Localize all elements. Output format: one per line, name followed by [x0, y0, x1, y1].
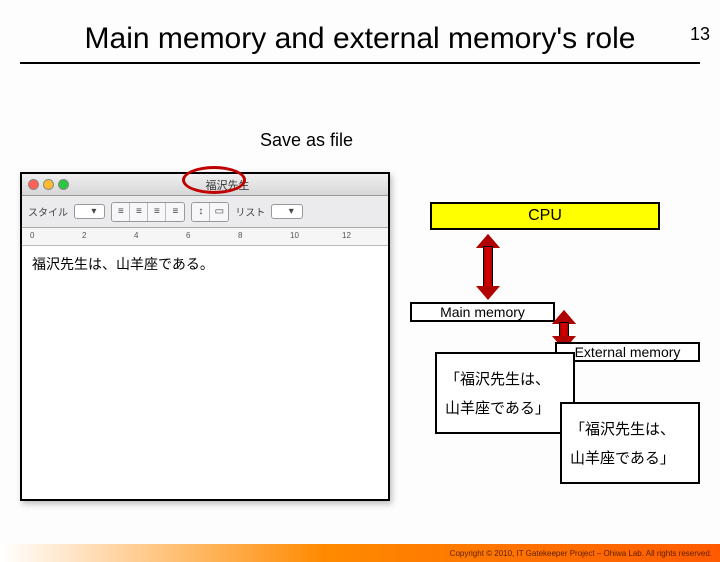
footer-bar: Copyright © 2010, IT Gatekeeper Project … — [0, 544, 720, 562]
ruler-tick: 10 — [290, 231, 299, 240]
editor-body-text: 福沢先生は、山羊座である。 — [22, 246, 388, 282]
mm-data-line2: 山羊座である」 — [445, 397, 550, 418]
em-data-line1: 「福沢先生は、 — [570, 418, 675, 439]
external-memory-data-box: 「福沢先生は、 山羊座である」 — [560, 402, 700, 484]
minimize-icon — [43, 179, 54, 190]
align-center-icon: ≡ — [130, 203, 148, 221]
mm-data-line1: 「福沢先生は、 — [445, 368, 550, 389]
align-left-icon: ≡ — [112, 203, 130, 221]
zoom-icon — [58, 179, 69, 190]
align-justify-icon: ≡ — [166, 203, 184, 221]
title-highlight-circle — [182, 166, 246, 194]
cpu-box: CPU — [430, 202, 660, 230]
save-as-file-label: Save as file — [260, 130, 353, 151]
ruler-tick: 8 — [238, 231, 242, 240]
editor-screenshot: 福沢先生 スタイル ▾ ≡ ≡ ≡ ≡ ↕ ▭ リスト ▾ 0 2 4 6 8 … — [20, 172, 390, 501]
toolbar-style-label: スタイル — [28, 204, 68, 219]
align-right-icon: ≡ — [148, 203, 166, 221]
external-memory-box: External memory — [555, 342, 700, 362]
close-icon — [28, 179, 39, 190]
ruler-tick: 12 — [342, 231, 351, 240]
page-number: 13 — [690, 24, 710, 45]
columns-icon: ▭ — [210, 203, 228, 221]
align-group: ≡ ≡ ≡ ≡ — [111, 202, 185, 222]
title-divider — [20, 62, 700, 64]
spacing-icon: ↕ — [192, 203, 210, 221]
editor-toolbar: スタイル ▾ ≡ ≡ ≡ ≡ ↕ ▭ リスト ▾ — [22, 196, 388, 228]
ruler-tick: 4 — [134, 231, 138, 240]
main-memory-data-box: 「福沢先生は、 山羊座である」 — [435, 352, 575, 434]
page-title: Main memory and external memory's role — [0, 22, 720, 56]
ruler-tick: 2 — [82, 231, 86, 240]
ruler-tick: 0 — [30, 231, 34, 240]
editor-ruler: 0 2 4 6 8 10 12 — [22, 228, 388, 246]
spacing-group: ↕ ▭ — [191, 202, 229, 222]
ruler-tick: 6 — [186, 231, 190, 240]
toolbar-style-select: ▾ — [74, 204, 105, 219]
footer-text: Copyright © 2010, IT Gatekeeper Project … — [450, 549, 712, 558]
arrow-cpu-mainmemory — [476, 234, 500, 300]
toolbar-list-label: リスト — [235, 204, 265, 219]
main-memory-box: Main memory — [410, 302, 555, 322]
em-data-line2: 山羊座である」 — [570, 447, 675, 468]
toolbar-list-select: ▾ — [271, 204, 302, 219]
